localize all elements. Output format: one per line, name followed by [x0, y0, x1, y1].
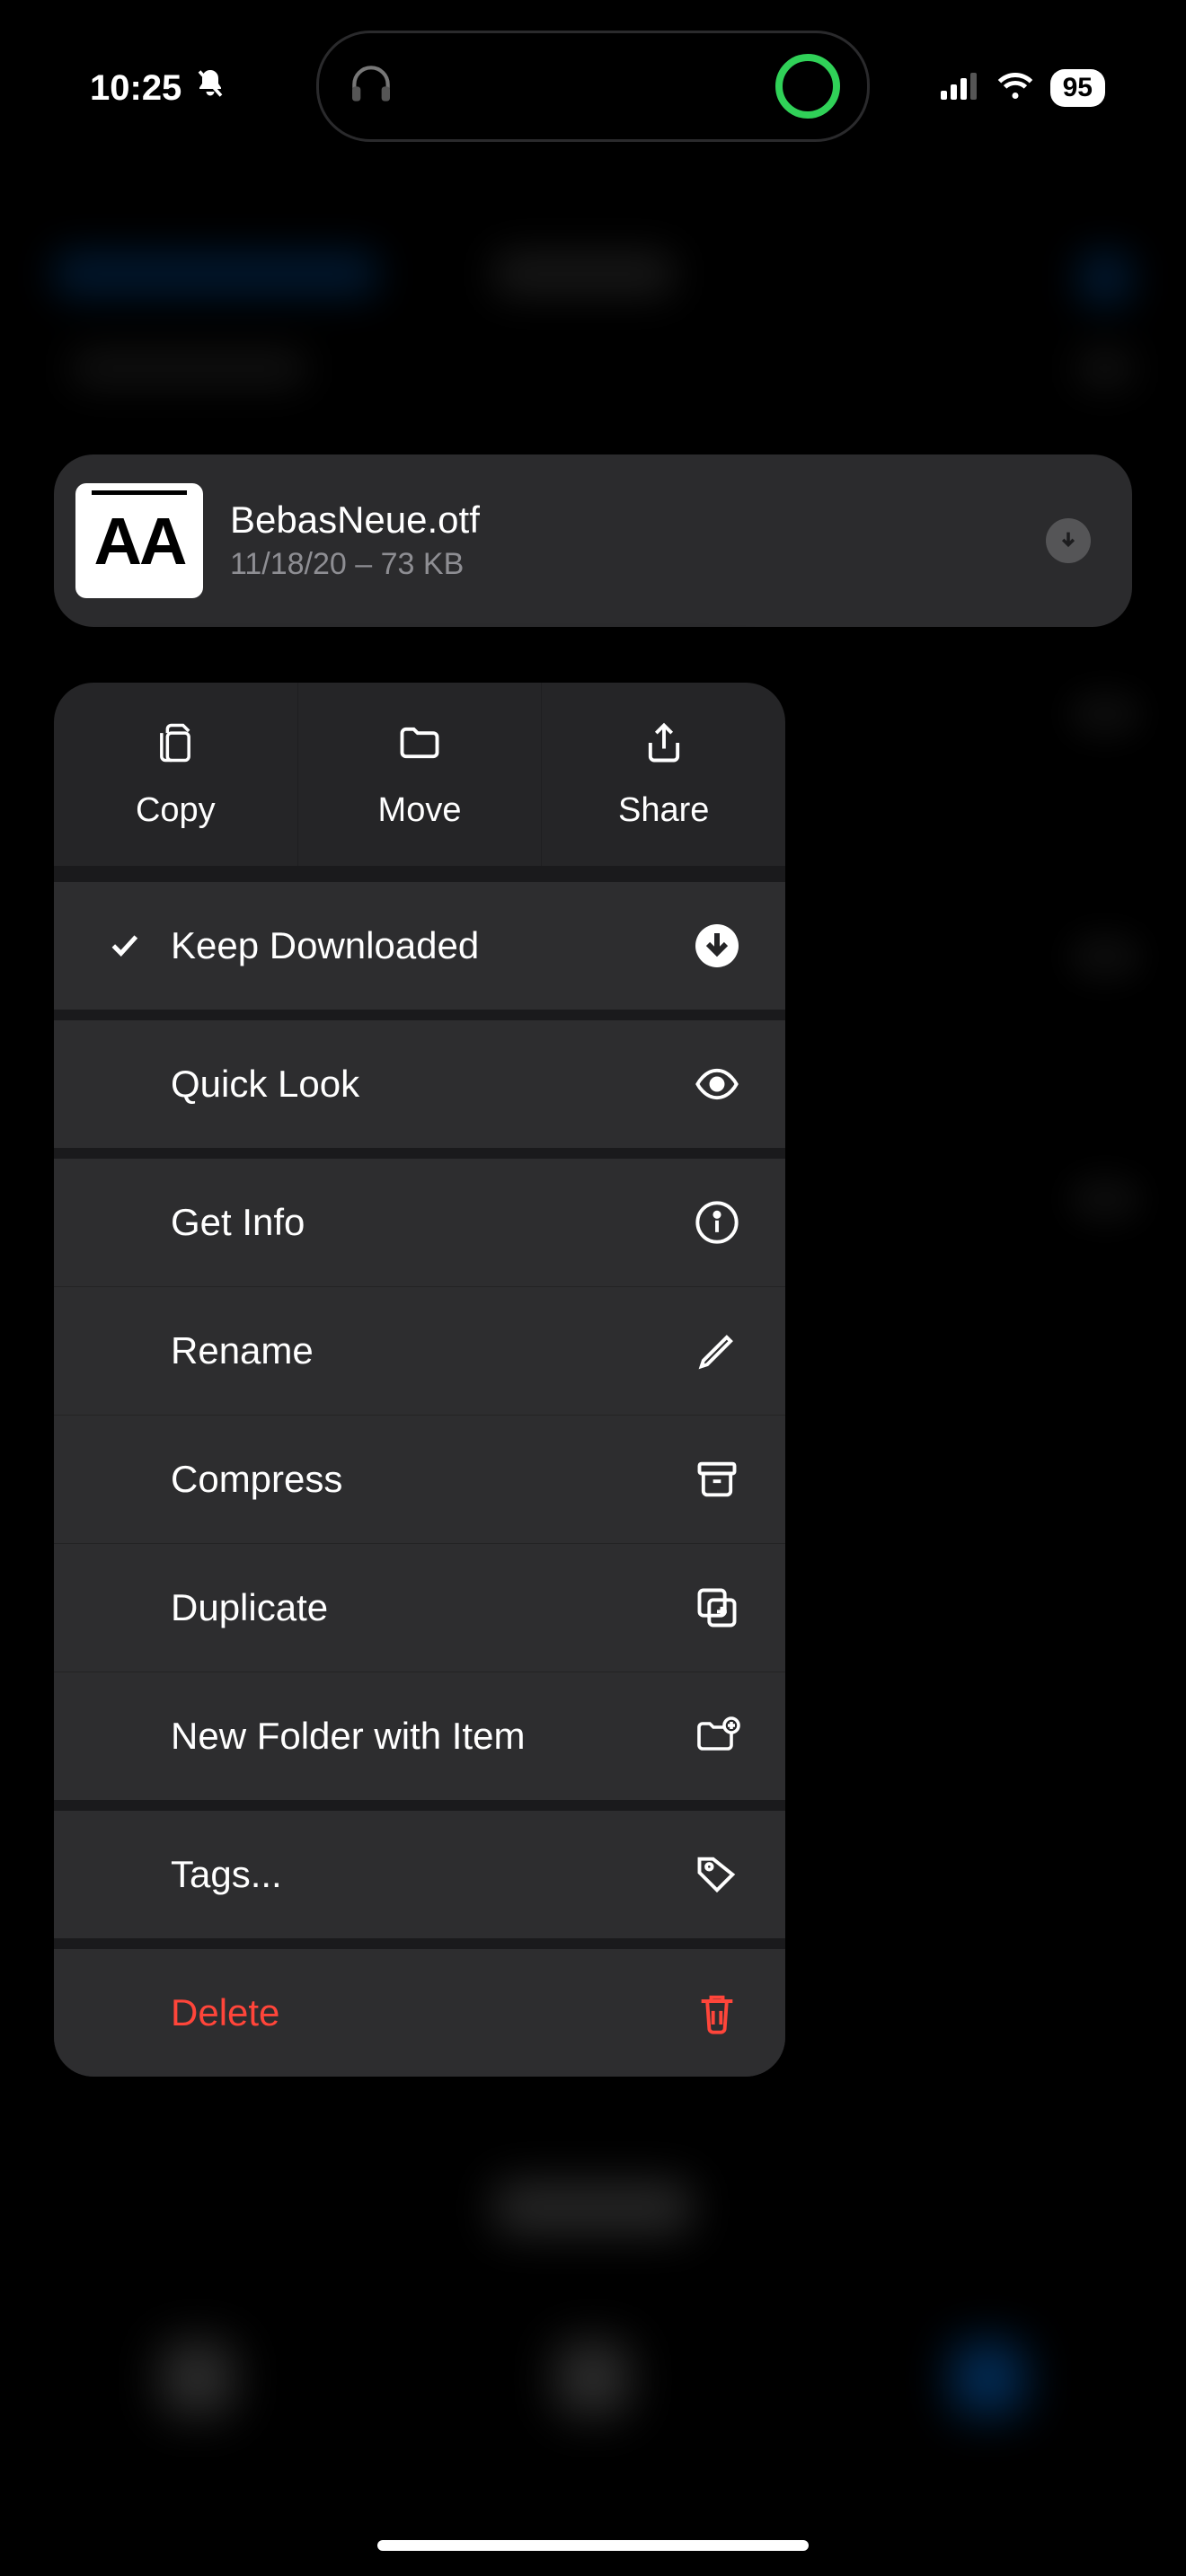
home-indicator[interactable]: [377, 2540, 809, 2551]
menu-label: Tags...: [158, 1853, 692, 1896]
battery-badge: 95: [1050, 69, 1105, 107]
menu-label: Duplicate: [158, 1586, 692, 1629]
menu-label: Compress: [158, 1458, 692, 1501]
file-date: 11/18/20: [230, 547, 347, 581]
copy-label: Copy: [136, 791, 216, 830]
info-icon: [692, 1199, 742, 1246]
checkmark-icon: [90, 928, 158, 964]
menu-label: Get Info: [158, 1201, 692, 1244]
clock: 10:25: [90, 68, 181, 109]
trash-icon: [692, 1989, 742, 2036]
folder-plus-icon: [692, 1713, 742, 1760]
menu-label: Quick Look: [158, 1063, 692, 1106]
font-thumbnail: AA: [75, 483, 203, 598]
share-label: Share: [618, 791, 709, 830]
status-bar: 10:25 95: [0, 54, 1186, 122]
menu-get-info[interactable]: Get Info: [54, 1159, 785, 1286]
copy-icon: [152, 719, 199, 775]
tag-icon: [692, 1851, 742, 1898]
battery-level: 95: [1063, 73, 1093, 103]
menu-label: Delete: [158, 1991, 692, 2034]
file-size: 73 KB: [381, 547, 465, 581]
bell-slash-icon: [194, 67, 226, 109]
blurred-background-rows: [1069, 656, 1141, 1419]
thumbnail-text: AA: [94, 503, 185, 579]
menu-new-folder[interactable]: New Folder with Item: [54, 1672, 785, 1800]
context-menu: Copy Move Share Keep Downloaded Quick Lo…: [54, 683, 785, 2077]
file-subtitle: 11/18/20 – 73 KB: [230, 547, 1046, 582]
menu-rename[interactable]: Rename: [54, 1286, 785, 1415]
top-action-row: Copy Move Share: [54, 683, 785, 866]
cellular-icon: [941, 73, 980, 104]
menu-label: Rename: [158, 1329, 692, 1372]
download-circle-icon: [692, 924, 742, 967]
copy-button[interactable]: Copy: [54, 683, 298, 866]
share-icon: [641, 719, 687, 775]
wifi-icon: [996, 72, 1034, 105]
file-preview-card[interactable]: AA BebasNeue.otf 11/18/20 – 73 KB: [54, 454, 1132, 627]
menu-quick-look[interactable]: Quick Look: [54, 1020, 785, 1148]
blurred-background: [0, 225, 1186, 404]
menu-label: New Folder with Item: [158, 1715, 692, 1758]
duplicate-icon: [692, 1584, 742, 1631]
menu-compress[interactable]: Compress: [54, 1415, 785, 1543]
pencil-icon: [692, 1328, 742, 1374]
move-label: Move: [378, 791, 462, 830]
folder-icon: [396, 719, 443, 775]
menu-keep-downloaded[interactable]: Keep Downloaded: [54, 882, 785, 1010]
blurred-bottom-label: [0, 2181, 1186, 2262]
menu-duplicate[interactable]: Duplicate: [54, 1543, 785, 1672]
download-status-icon: [1046, 518, 1091, 563]
move-button[interactable]: Move: [298, 683, 543, 866]
file-name: BebasNeue.otf: [230, 499, 1046, 541]
archivebox-icon: [692, 1456, 742, 1503]
share-button[interactable]: Share: [542, 683, 785, 866]
menu-label: Keep Downloaded: [158, 924, 692, 967]
eye-icon: [692, 1061, 742, 1107]
menu-tags[interactable]: Tags...: [54, 1811, 785, 1938]
menu-delete[interactable]: Delete: [54, 1949, 785, 2077]
blurred-tab-bar: [0, 2280, 1186, 2477]
